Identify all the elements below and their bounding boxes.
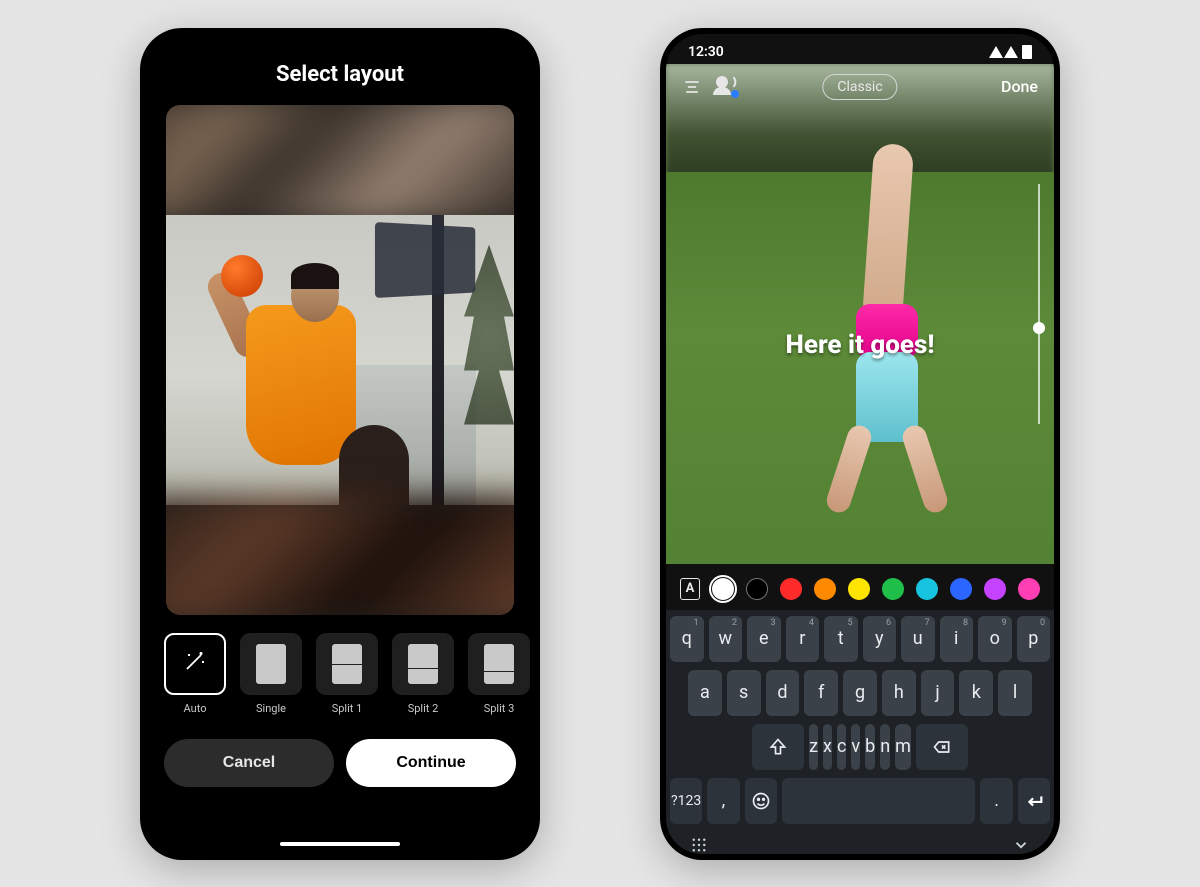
keyboard-collapse-icon[interactable]: [1012, 836, 1030, 854]
layout-option-single[interactable]: Single: [238, 633, 304, 715]
preview-media: [166, 215, 514, 505]
key-z[interactable]: z: [809, 724, 818, 770]
text-size-slider-thumb[interactable]: [1033, 322, 1045, 334]
emoji-key[interactable]: [745, 778, 777, 824]
text-background-toggle[interactable]: A: [680, 578, 700, 600]
wand-icon: [183, 649, 207, 679]
key-v[interactable]: v: [851, 724, 860, 770]
layout-preview: [166, 105, 514, 615]
key-y[interactable]: y6: [863, 616, 897, 662]
home-indicator[interactable]: [280, 842, 400, 846]
key-m[interactable]: m: [895, 724, 911, 770]
key-g[interactable]: g: [843, 670, 877, 716]
shift-key[interactable]: [752, 724, 804, 770]
status-time: 12:30: [688, 44, 724, 60]
text-size-slider-track[interactable]: [1038, 184, 1040, 424]
color-row: A: [666, 566, 1054, 612]
status-icons: [989, 45, 1032, 59]
cancel-button[interactable]: Cancel: [164, 739, 334, 787]
signal-icon: [1004, 46, 1018, 58]
page-title: Select layout: [146, 34, 534, 105]
key-t[interactable]: t5: [824, 616, 858, 662]
key-q[interactable]: q1: [670, 616, 704, 662]
color-swatch-5[interactable]: [882, 578, 904, 600]
layout-option-split1[interactable]: Split 1: [314, 633, 380, 715]
period-key[interactable]: .: [980, 778, 1012, 824]
enter-key[interactable]: [1018, 778, 1050, 824]
key-h[interactable]: h: [882, 670, 916, 716]
color-swatch-3[interactable]: [814, 578, 836, 600]
layout-options: Auto Single Split 1 Split 2 Split 3: [146, 615, 534, 719]
done-button[interactable]: Done: [1001, 77, 1038, 96]
key-x[interactable]: x: [823, 724, 832, 770]
key-d[interactable]: d: [766, 670, 800, 716]
continue-button[interactable]: Continue: [346, 739, 516, 787]
key-k[interactable]: k: [959, 670, 993, 716]
numeric-key[interactable]: ?123: [670, 778, 702, 824]
key-f[interactable]: f: [804, 670, 838, 716]
color-swatch-1[interactable]: [746, 578, 768, 600]
color-swatch-9[interactable]: [1018, 578, 1040, 600]
phone-left: Select layout: [140, 28, 540, 860]
text-overlay[interactable]: Here it goes!: [666, 330, 1054, 360]
key-i[interactable]: i8: [940, 616, 974, 662]
backspace-key[interactable]: [916, 724, 968, 770]
color-swatch-4[interactable]: [848, 578, 870, 600]
keyboard: q1w2e3r4t5y6u7i8o9p0 asdfghjkl zxcvbnm ?…: [666, 610, 1054, 854]
key-j[interactable]: j: [921, 670, 955, 716]
color-swatch-6[interactable]: [916, 578, 938, 600]
phone-right: 12:30: [660, 28, 1060, 860]
battery-icon: [1022, 45, 1032, 59]
key-b[interactable]: b: [865, 724, 875, 770]
key-p[interactable]: p0: [1017, 616, 1051, 662]
preview-blur-bottom: [166, 496, 514, 614]
preview-blur-top: [166, 105, 514, 223]
layout-option-split2[interactable]: Split 2: [390, 633, 456, 715]
color-swatch-0[interactable]: [712, 578, 734, 600]
text-style-pill[interactable]: Classic: [822, 74, 897, 100]
video-preview[interactable]: Classic Done Here it goes!: [666, 64, 1054, 564]
align-icon[interactable]: [682, 77, 702, 97]
status-bar: 12:30: [666, 34, 1054, 62]
key-r[interactable]: r4: [786, 616, 820, 662]
space-key[interactable]: [782, 778, 976, 824]
layout-option-auto[interactable]: Auto: [162, 633, 228, 715]
wifi-icon: [989, 46, 1003, 58]
keyboard-grid-icon[interactable]: [690, 836, 708, 854]
color-swatch-7[interactable]: [950, 578, 972, 600]
key-u[interactable]: u7: [901, 616, 935, 662]
key-w[interactable]: w2: [709, 616, 743, 662]
key-o[interactable]: o9: [978, 616, 1012, 662]
voice-icon[interactable]: [716, 76, 738, 98]
key-e[interactable]: e3: [747, 616, 781, 662]
color-swatch-8[interactable]: [984, 578, 1006, 600]
key-a[interactable]: a: [688, 670, 722, 716]
key-n[interactable]: n: [880, 724, 890, 770]
layout-option-split3[interactable]: Split 3: [466, 633, 532, 715]
key-s[interactable]: s: [727, 670, 761, 716]
key-c[interactable]: c: [837, 724, 846, 770]
comma-key[interactable]: ,: [707, 778, 739, 824]
key-l[interactable]: l: [998, 670, 1032, 716]
color-swatch-2[interactable]: [780, 578, 802, 600]
